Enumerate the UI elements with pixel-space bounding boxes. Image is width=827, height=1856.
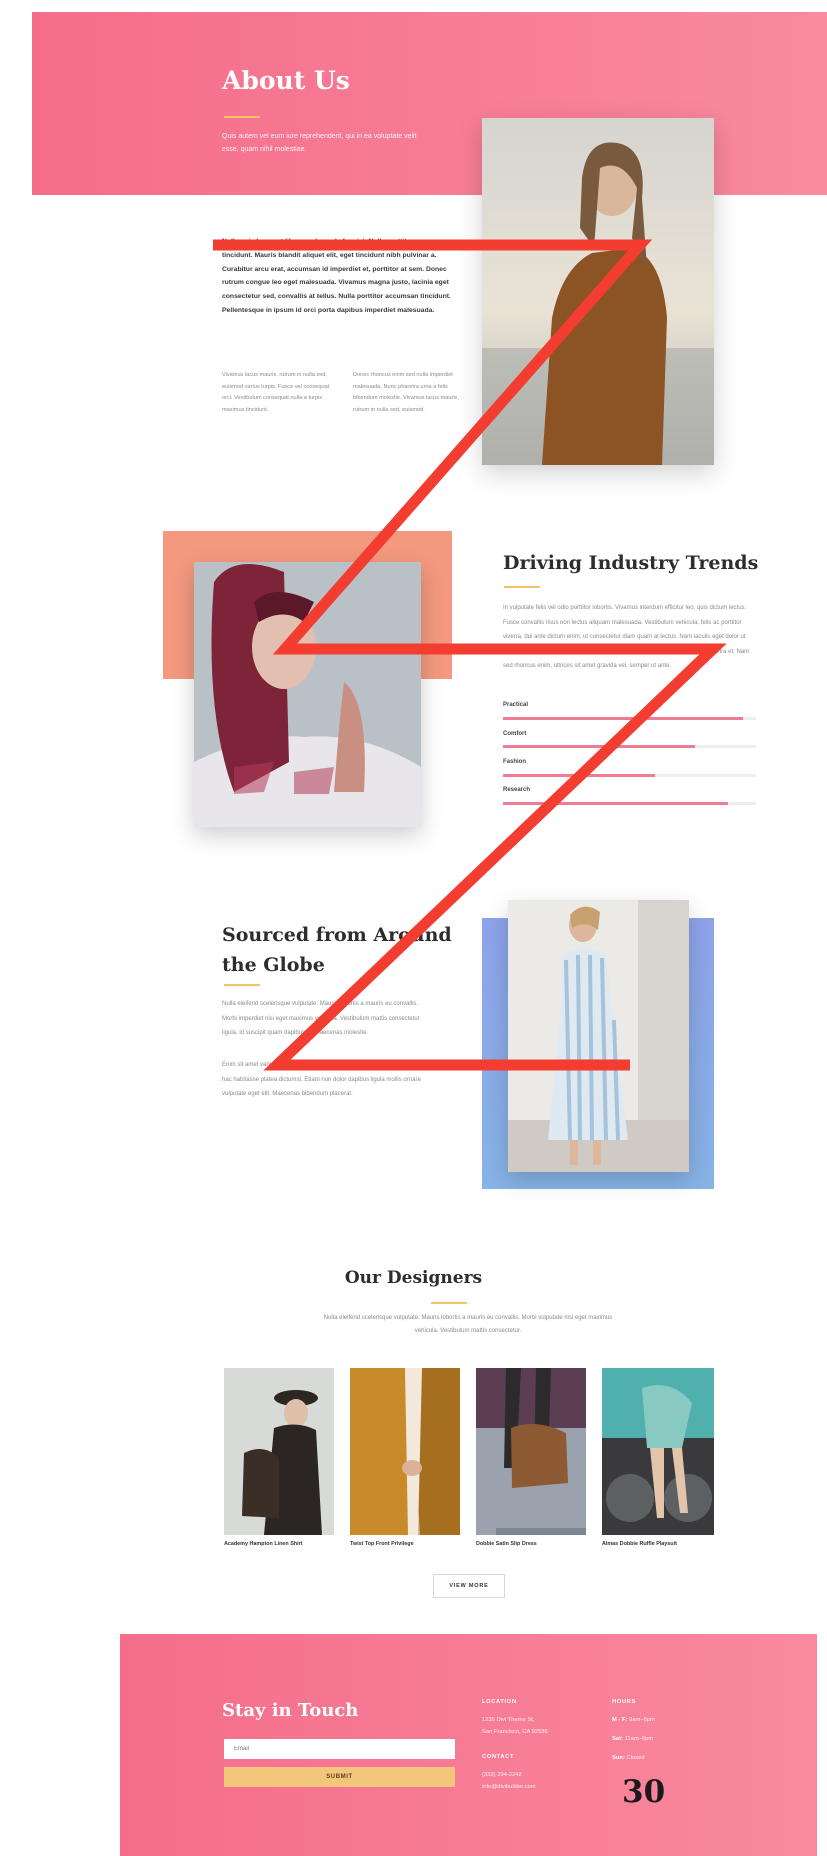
skill-label-practical: Practical <box>503 702 529 708</box>
hours-time: 9am–6pm <box>629 1717 655 1723</box>
footer-title: Stay in Touch <box>222 1700 359 1721</box>
skill-label-research: Research <box>503 787 531 793</box>
designers-title: Our Designers <box>344 1268 483 1288</box>
designers-subtitle: Nulla eleifend scelerisque vulputate. Ma… <box>323 1315 613 1334</box>
submit-button[interactable]: SUBMIT <box>224 1767 455 1787</box>
skill-bar-fill <box>503 774 655 777</box>
location-heading: LOCATION <box>482 1699 517 1705</box>
designer-name-2[interactable]: Twist Top Front Privilege <box>350 1541 414 1547</box>
sourced-accent-line <box>224 984 260 986</box>
sourced-paragraph-2: Enim sit amet varius pellentesque. Nulla… <box>222 1062 423 1097</box>
intro-column-left: Vivamus lacus mauris, rutrum in nulla se… <box>222 372 330 413</box>
contact-phone[interactable]: (333) 294-2242 <box>482 1772 522 1778</box>
skill-bar-fill <box>503 802 729 805</box>
skill-bar-fill <box>503 745 696 748</box>
location-line-2: San Francisco, CA 92536 <box>482 1729 548 1735</box>
intro-text: Nulla quis lorem ut libero malesuada feu… <box>222 238 451 314</box>
intro-column-right: Donec rhoncus enim sed nulla imperdiet m… <box>353 372 459 413</box>
skill-bar-practical <box>503 717 756 720</box>
sourced-photo <box>508 900 689 1172</box>
title-accent-line <box>224 116 260 118</box>
email-field[interactable] <box>224 1739 455 1759</box>
hours-time: 11am–6pm <box>624 1736 654 1742</box>
hours-row-sunday: Sun: Closed <box>612 1755 645 1761</box>
sourced-title-line1: Sourced from Around <box>222 924 452 946</box>
view-more-button[interactable]: VIEW MORE <box>433 1574 505 1598</box>
skill-label-fashion: Fashion <box>503 759 527 765</box>
designer-name-3[interactable]: Dobbie Satin Slip Dress <box>476 1541 537 1547</box>
trends-text: In vulputate felis vel odio porttitor lo… <box>503 605 750 669</box>
skill-bar-fashion <box>503 774 756 777</box>
designer-photo-1 <box>224 1368 334 1535</box>
location-line-1: 1235 Divi Theme St, <box>482 1717 535 1723</box>
hours-row-weekdays: M - F: 9am–6pm <box>612 1717 655 1723</box>
page-title: About Us <box>222 66 350 95</box>
sourced-title: Sourced from Around the Globe <box>222 920 452 980</box>
skill-bar-research <box>503 802 756 805</box>
page-number: 30 <box>622 1774 666 1810</box>
trends-accent-line <box>504 586 540 588</box>
designer-photo-4 <box>602 1368 714 1535</box>
hours-day: Sun: <box>612 1755 625 1761</box>
about-photo <box>482 118 714 465</box>
designer-name-4[interactable]: Almas Dobbie Ruffle Playsuit <box>602 1541 677 1547</box>
hours-time: Closed <box>626 1755 645 1761</box>
designer-name-1[interactable]: Academy Hampton Linen Shirt <box>224 1541 302 1547</box>
designer-photo-2 <box>350 1368 460 1535</box>
hours-day: Sat: <box>612 1736 623 1742</box>
trends-photo <box>194 562 421 827</box>
skill-label-comfort: Comfort <box>503 731 527 737</box>
designer-photo-3 <box>476 1368 586 1535</box>
skill-bar-comfort <box>503 745 756 748</box>
trends-title: Driving Industry Trends <box>503 552 759 574</box>
sourced-title-line2: the Globe <box>222 954 325 976</box>
hours-row-saturday: Sat: 11am–6pm <box>612 1736 653 1742</box>
contact-email[interactable]: info@divibuilder.com <box>482 1784 536 1790</box>
designers-accent-line <box>431 1302 467 1304</box>
sourced-paragraph-1: Nulla eleifend scelerisque vulputate. Ma… <box>222 1001 420 1036</box>
hero-subtitle: Quis autem vel eum iure reprehenderit, q… <box>222 133 417 153</box>
hours-heading: HOURS <box>612 1699 636 1705</box>
contact-heading: CONTACT <box>482 1754 515 1760</box>
hours-day: M - F: <box>612 1717 628 1723</box>
skill-bar-fill <box>503 717 744 720</box>
